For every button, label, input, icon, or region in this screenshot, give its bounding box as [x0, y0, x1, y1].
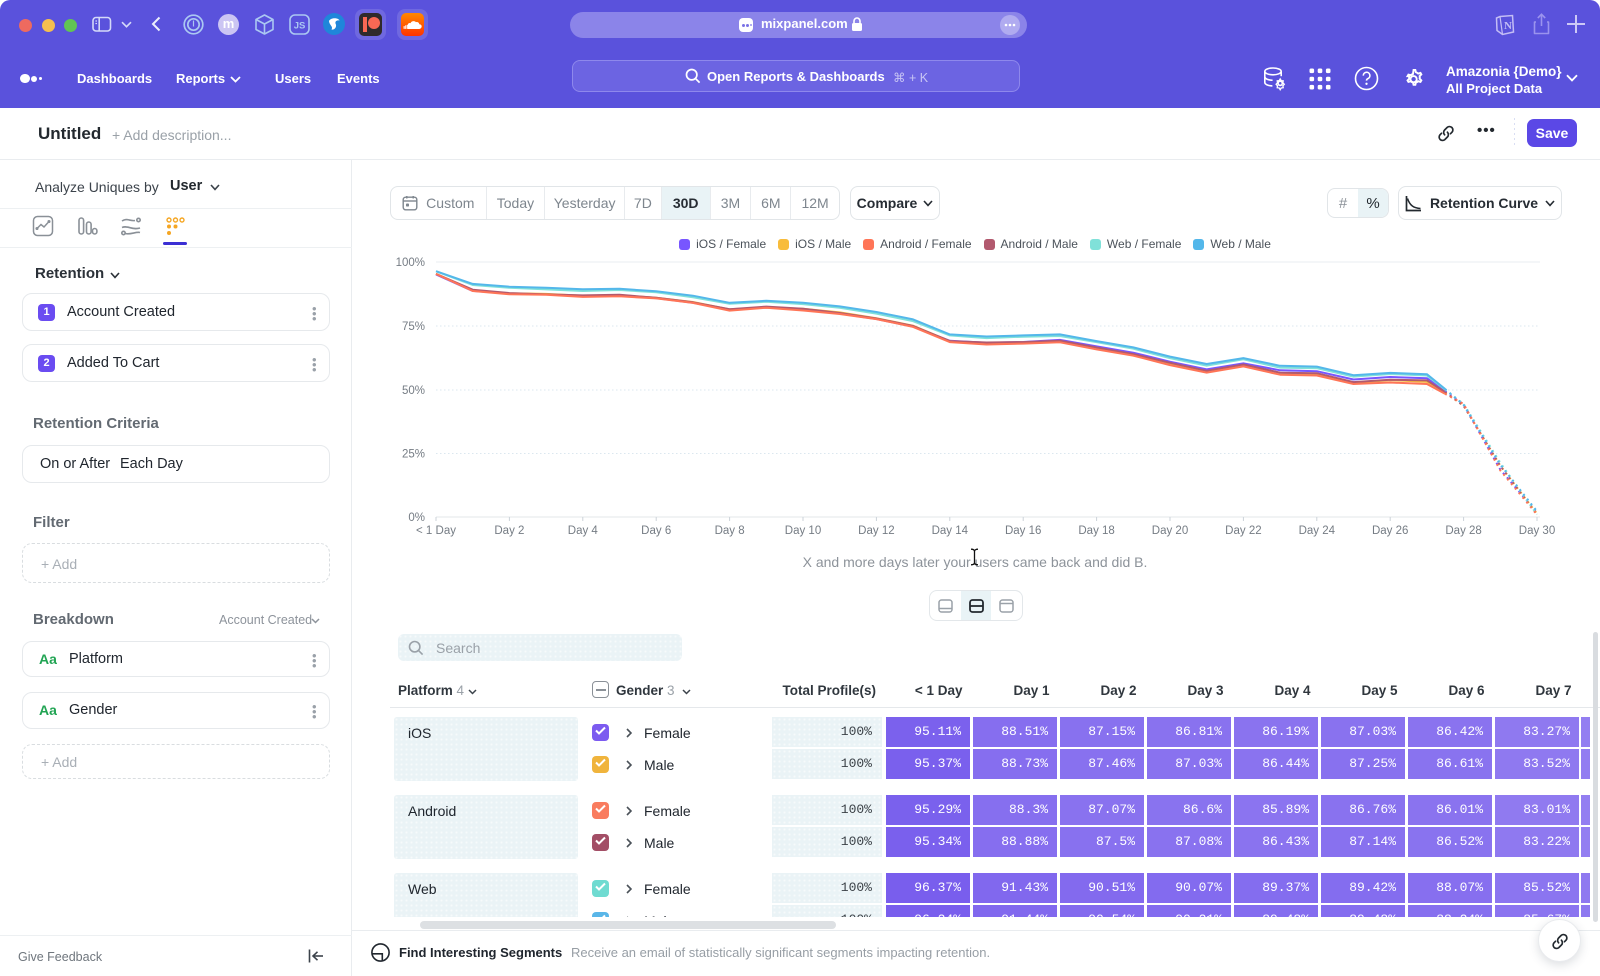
svg-text:Day 16: Day 16 — [1005, 525, 1041, 537]
svg-text:Day 2: Day 2 — [494, 525, 524, 537]
svg-text:100%: 100% — [396, 257, 425, 269]
svg-text:Day 26: Day 26 — [1372, 525, 1408, 537]
svg-text:Day 10: Day 10 — [785, 525, 821, 537]
svg-text:25%: 25% — [402, 449, 425, 461]
svg-text:< 1 Day: < 1 Day — [416, 525, 456, 537]
svg-text:Day 6: Day 6 — [641, 525, 671, 537]
svg-text:Day 8: Day 8 — [715, 525, 745, 537]
svg-text:Day 20: Day 20 — [1152, 525, 1188, 537]
svg-text:Day 30: Day 30 — [1519, 525, 1555, 537]
svg-text:50%: 50% — [402, 385, 425, 397]
svg-text:Day 24: Day 24 — [1299, 525, 1336, 537]
svg-text:Day 12: Day 12 — [858, 525, 894, 537]
svg-text:Day 28: Day 28 — [1445, 525, 1481, 537]
svg-text:Day 14: Day 14 — [932, 525, 969, 537]
svg-text:Day 22: Day 22 — [1225, 525, 1261, 537]
svg-text:75%: 75% — [402, 321, 425, 333]
svg-text:Day 4: Day 4 — [568, 525, 599, 537]
svg-text:Day 18: Day 18 — [1078, 525, 1114, 537]
svg-text:0%: 0% — [408, 512, 425, 524]
